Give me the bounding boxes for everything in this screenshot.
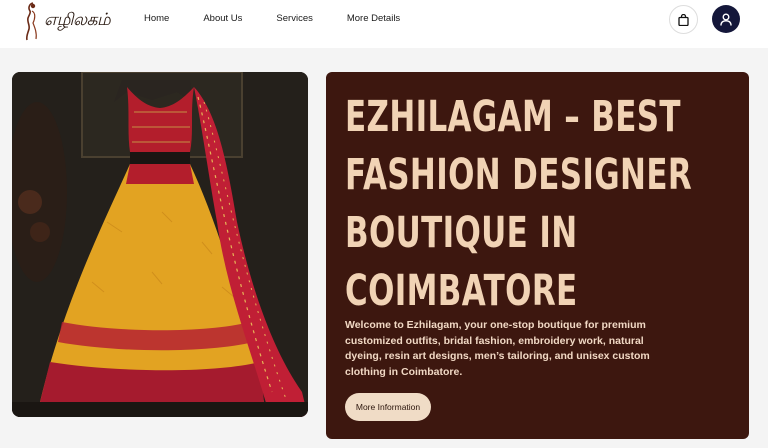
hero-title-line-2: FASHION DESIGNER bbox=[345, 150, 693, 200]
user-icon bbox=[720, 13, 732, 26]
hero-description: Welcome to Ezhilagam, your one-stop bout… bbox=[345, 319, 650, 378]
cart-button[interactable] bbox=[669, 5, 698, 34]
hero-title-line-4: COIMBATORE bbox=[345, 266, 578, 316]
user-account-button[interactable] bbox=[712, 5, 740, 33]
lehenga-illustration bbox=[12, 72, 308, 417]
nav-services-link[interactable]: Services bbox=[276, 13, 312, 24]
shopping-bag-icon bbox=[678, 13, 689, 26]
hero-title: EZHILAGAM – BEST FASHION DESIGNER BOUTIQ… bbox=[345, 88, 693, 320]
top-navbar: எழிலகம் Home About Us Services More Deta… bbox=[0, 0, 768, 48]
nav-about-link[interactable]: About Us bbox=[203, 13, 242, 24]
brand-name: எழிலகம் bbox=[44, 10, 111, 30]
hero-section: EZHILAGAM – BEST FASHION DESIGNER BOUTIQ… bbox=[326, 72, 749, 439]
more-information-button[interactable]: More Information bbox=[345, 393, 431, 421]
main-nav: Home About Us Services More Details bbox=[144, 13, 434, 24]
hero-title-line-3: BOUTIQUE IN bbox=[345, 208, 578, 258]
dress-figure-icon bbox=[25, 2, 37, 41]
lehenga-product-image bbox=[12, 72, 308, 417]
nav-home-link[interactable]: Home bbox=[144, 13, 169, 24]
nav-more-details-link[interactable]: More Details bbox=[347, 13, 400, 24]
hero-title-line-1: EZHILAGAM – BEST bbox=[345, 92, 681, 142]
brand-logo[interactable]: எழிலகம் bbox=[22, 0, 111, 42]
